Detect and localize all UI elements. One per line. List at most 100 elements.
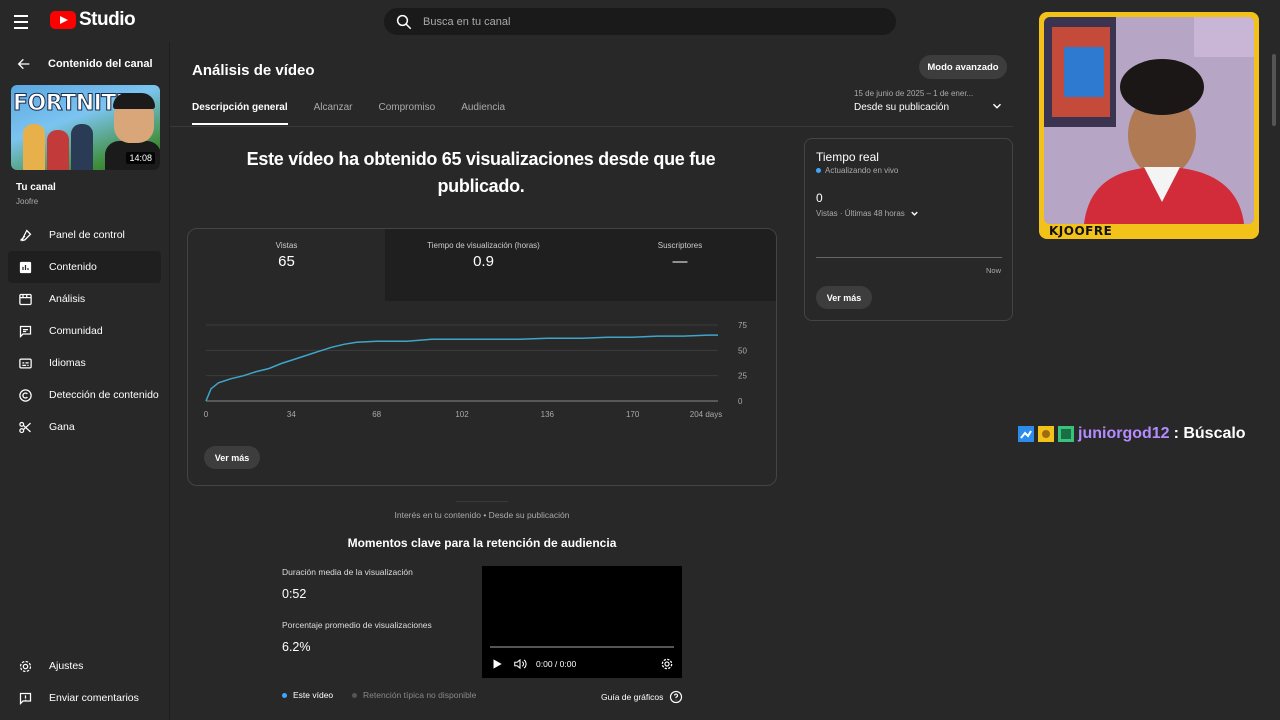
metric-subscribers[interactable]: Suscriptores — — [582, 229, 776, 301]
play-icon[interactable] — [490, 657, 504, 671]
youtube-logo-icon — [50, 11, 76, 29]
sidebar-item-community[interactable]: Comunidad — [8, 315, 161, 347]
sidebar-item-panel[interactable]: Panel de control — [8, 219, 161, 251]
channel-name: Tu canal — [16, 182, 56, 193]
section-divider — [456, 501, 508, 502]
views-series-line — [205, 334, 718, 402]
tab-reach[interactable]: Alcanzar — [314, 102, 353, 125]
search-input[interactable] — [423, 15, 863, 28]
settings-gear-icon[interactable] — [660, 657, 674, 671]
page-title: Análisis de vídeo — [192, 62, 315, 79]
logo-text: Studio — [79, 9, 136, 30]
chat-username: juniorgod12 — [1078, 425, 1170, 442]
realtime-period-label: Vistas · Últimas 48 horas — [816, 209, 905, 218]
video-player[interactable]: 0:00 / 0:00 — [482, 566, 682, 678]
realtime-now-label: Now — [985, 266, 1001, 275]
subtitles-icon — [19, 358, 32, 368]
avg-duration-value: 0:52 — [282, 587, 307, 601]
realtime-live-status: Actualizando en vivo — [816, 166, 898, 175]
analytics-icon — [19, 293, 32, 305]
y-tick-label: 25 — [738, 372, 747, 381]
realtime-count: 0 — [816, 191, 823, 205]
back-to-content[interactable]: Contenido del canal — [16, 56, 153, 72]
y-tick-label: 50 — [738, 346, 747, 355]
sidebar-item-content[interactable]: Contenido — [8, 251, 161, 283]
metric-label: Suscriptores — [657, 241, 703, 250]
date-range-selector[interactable]: 15 de junio de 2025 – 1 de ener... Desde… — [854, 89, 1004, 113]
back-arrow-icon — [17, 58, 30, 70]
metric-watch-time[interactable]: Tiempo de visualización (horas) 0.9 — [385, 229, 582, 301]
analytics-tabs: Descripción general Alcanzar Compromiso … — [192, 102, 505, 125]
sidebar-item-feedback[interactable]: Enviar comentarios — [8, 682, 161, 714]
sidebar-item-analytics[interactable]: Análisis — [8, 283, 161, 315]
legend-label: Este vídeo — [293, 690, 334, 700]
webcam-name-label: KJOOFRE — [1049, 224, 1113, 238]
avg-percent-value: 6.2% — [282, 640, 311, 654]
video-thumbnail[interactable]: FORTNITE 14:08 — [11, 85, 160, 170]
webcam-video — [1044, 17, 1254, 224]
video-duration: 14:08 — [126, 152, 155, 164]
sidebar-item-languages[interactable]: Idiomas — [8, 347, 161, 379]
chat-message: juniorgod12 : Búscalo — [1018, 425, 1246, 443]
sidebar-item-label: Comunidad — [49, 325, 103, 337]
x-tick-label: 0 — [204, 410, 209, 419]
volume-icon[interactable] — [512, 657, 528, 671]
scrollbar-thumb[interactable] — [1272, 54, 1276, 126]
x-tick-label: 204 days — [690, 410, 722, 419]
realtime-period-selector[interactable]: Vistas · Últimas 48 horas — [816, 208, 920, 219]
menu-icon[interactable] — [14, 12, 36, 30]
chat-text: : Búscalo — [1173, 425, 1246, 442]
x-tick-label: 102 — [455, 410, 469, 419]
x-tick-label: 170 — [626, 410, 640, 419]
sidebar-item-earn[interactable]: Gana — [8, 411, 161, 443]
legend-dot — [282, 692, 287, 698]
community-icon — [19, 325, 32, 338]
thumbnail-avatar-hair — [113, 93, 155, 109]
sidebar: Contenido del canal FORTNITE 14:08 Tu ca… — [0, 42, 170, 720]
live-dot — [816, 168, 821, 173]
metric-views[interactable]: Vistas 65 — [188, 229, 385, 301]
realtime-chart-baseline — [816, 257, 1002, 258]
badge-icon — [1038, 426, 1054, 442]
thumbnail-character — [71, 124, 93, 170]
realtime-see-more-button[interactable]: Ver más — [816, 286, 872, 309]
tab-overview[interactable]: Descripción general — [192, 102, 288, 125]
search-icon — [396, 14, 412, 29]
copyright-icon — [19, 388, 32, 402]
video-progress-bar[interactable] — [490, 646, 674, 648]
date-range-label: Desde su publicación — [854, 102, 950, 113]
studio-logo[interactable]: Studio — [50, 9, 136, 31]
tab-audience[interactable]: Audiencia — [461, 102, 505, 125]
advanced-mode-button[interactable]: Modo avanzado — [919, 55, 1007, 79]
sidebar-item-settings[interactable]: Ajustes — [8, 650, 161, 682]
sidebar-bottom-nav: Ajustes Enviar comentarios — [8, 650, 161, 714]
metric-value: 65 — [278, 253, 295, 270]
stats-card: Vistas 65 Tiempo de visualización (horas… — [187, 228, 777, 486]
see-more-button[interactable]: Ver más — [204, 446, 260, 469]
tab-engagement[interactable]: Compromiso — [379, 102, 436, 125]
chart-guide-label: Guía de gráficos — [601, 692, 664, 702]
interest-subtitle: Interés en tu contenido • Desde su publi… — [394, 510, 570, 520]
metric-value: — — [672, 253, 688, 270]
sidebar-item-label: Ajustes — [49, 660, 84, 672]
chevron-down-icon — [992, 103, 1002, 109]
avg-percent-label: Porcentaje promedio de visualizaciones — [282, 620, 432, 630]
content-icon — [19, 261, 32, 273]
chevron-down-icon — [911, 211, 918, 216]
chart-guide-link[interactable]: Guía de gráficos — [601, 690, 683, 704]
sidebar-item-content-detection[interactable]: Detección de contenido — [8, 379, 161, 411]
metric-label: Tiempo de visualización (horas) — [427, 241, 540, 250]
retention-title: Momentos clave para la retención de audi… — [347, 536, 617, 550]
scrollbar[interactable] — [1270, 42, 1278, 720]
sidebar-item-label: Panel de control — [49, 229, 125, 241]
sidebar-item-label: Detección de contenido — [49, 389, 159, 401]
sidebar-item-label: Contenido — [49, 261, 97, 273]
help-icon — [670, 690, 683, 704]
sidebar-item-label: Enviar comentarios — [49, 692, 139, 704]
earn-icon — [19, 421, 31, 433]
search-bar[interactable] — [384, 8, 896, 35]
video-controls: 0:00 / 0:00 — [482, 654, 682, 674]
x-tick-label: 34 — [287, 410, 296, 419]
legend-typical: Retención típica no disponible — [352, 690, 476, 700]
x-tick-label: 136 — [541, 410, 555, 419]
